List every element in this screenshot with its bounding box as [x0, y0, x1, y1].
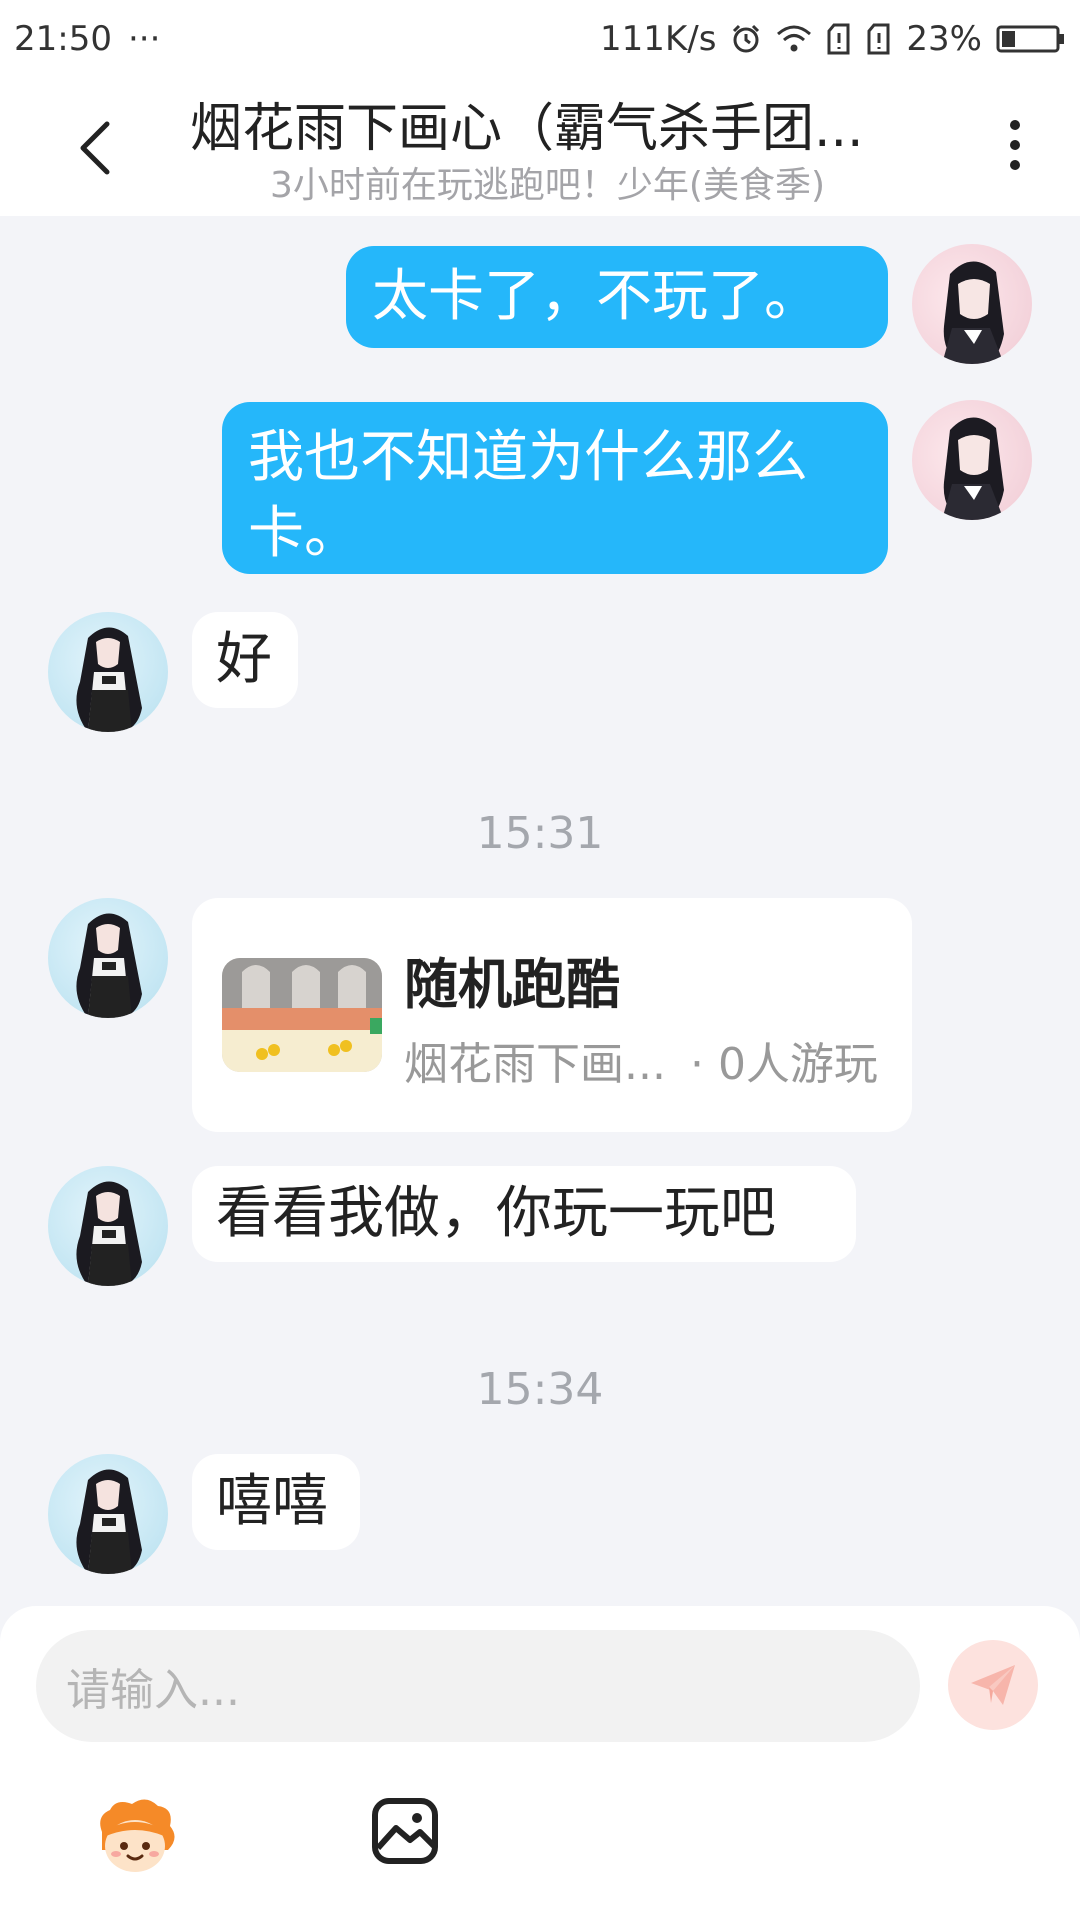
chat-title: 烟花雨下画心（霸气杀手团...: [190, 99, 864, 159]
status-time: 21:50: [14, 19, 112, 59]
status-bar: 21:50 ··· 111K/s 23%: [0, 0, 1080, 78]
status-left: 21:50 ···: [14, 19, 160, 59]
send-button[interactable]: [948, 1640, 1038, 1730]
status-right: 111K/s 23%: [600, 19, 1066, 59]
my-avatar[interactable]: [912, 244, 1032, 364]
message-bubble-other[interactable]: 好: [192, 612, 298, 708]
message-text: 嘻嘻: [216, 1469, 328, 1534]
wifi-icon: [776, 24, 812, 54]
sim1-icon: [826, 23, 852, 55]
battery-percent: 23%: [906, 19, 982, 59]
input-placeholder: 请输入...: [66, 1665, 240, 1716]
message-input[interactable]: 请输入...: [36, 1630, 920, 1742]
more-options-button[interactable]: [990, 110, 1040, 180]
back-button[interactable]: [60, 108, 130, 188]
game-meta: 烟花雨下画... · 0人游玩: [404, 1028, 878, 1092]
contact-avatar[interactable]: [48, 898, 168, 1018]
send-icon: [971, 1665, 1015, 1705]
my-avatar[interactable]: [912, 400, 1032, 520]
chat-subtitle: 3小时前在玩逃跑吧！少年(美食季): [270, 165, 825, 206]
alarm-icon: [730, 23, 762, 55]
game-author: 烟花雨下画...: [404, 1039, 666, 1090]
contact-avatar[interactable]: [48, 1166, 168, 1286]
timestamp: 15:31: [476, 808, 604, 859]
game-title: 随机跑酷: [404, 953, 620, 1016]
game-thumbnail: [222, 958, 382, 1072]
message-text: 太卡了，不玩了。: [372, 264, 820, 329]
message-bubble-other[interactable]: 看看我做，你玩一玩吧: [192, 1166, 856, 1262]
input-area: 请输入...: [0, 1606, 1080, 1920]
contact-avatar[interactable]: [48, 612, 168, 732]
game-card[interactable]: 随机跑酷 烟花雨下画... · 0人游玩: [192, 898, 912, 1132]
more-vertical-icon: [1010, 120, 1020, 130]
message-text: 我也不知道为什么那么卡。: [248, 425, 808, 566]
message-bubble-me[interactable]: 我也不知道为什么那么卡。: [222, 402, 888, 574]
image-icon: [372, 1798, 438, 1864]
chat-header: 烟花雨下画心（霸气杀手团... 3小时前在玩逃跑吧！少年(美食季): [0, 78, 1080, 216]
emoji-mascot-icon: [100, 1799, 175, 1872]
message-bubble-me[interactable]: 太卡了，不玩了。: [346, 246, 888, 348]
timestamp: 15:34: [476, 1364, 604, 1415]
contact-avatar[interactable]: [48, 1454, 168, 1574]
battery-icon: [996, 23, 1066, 55]
message-bubble-other[interactable]: 嘻嘻: [192, 1454, 360, 1550]
sim2-icon: [866, 23, 892, 55]
network-speed: 111K/s: [600, 19, 717, 59]
chevron-left-icon: [80, 121, 110, 175]
message-text: 看看我做，你玩一玩吧: [216, 1181, 776, 1246]
emoji-button[interactable]: [92, 1794, 178, 1880]
message-text: 好: [216, 627, 272, 692]
game-players: · 0人游玩: [689, 1039, 878, 1090]
status-more: ···: [127, 19, 161, 59]
image-button[interactable]: [370, 1796, 440, 1866]
